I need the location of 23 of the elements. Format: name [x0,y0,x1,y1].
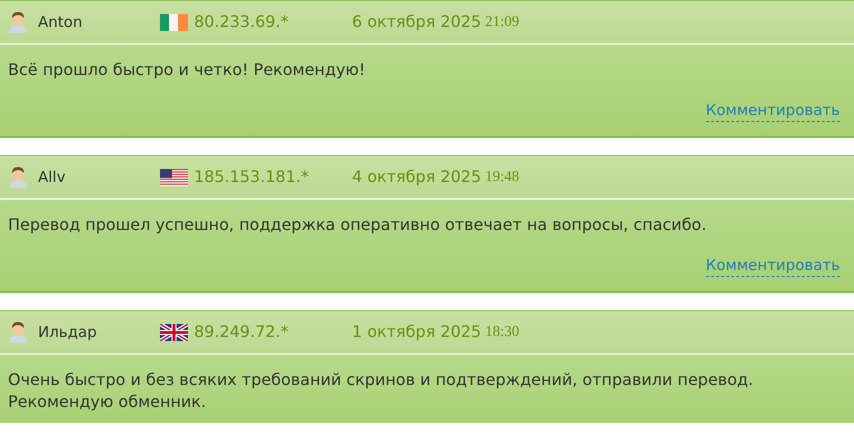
ip-address: 89.249.72.* [194,321,290,343]
author-name: Ильдар [38,322,97,343]
ip-address: 80.233.69.* [194,11,290,33]
review-date: 6 октября 2025 [352,11,482,33]
flag-icon [160,168,188,186]
comment-link[interactable]: Комментировать [706,254,840,277]
author-name: Anton [38,12,82,33]
review-time: 19:48 [485,168,520,187]
review-time: 18:30 [485,322,520,342]
review-date: 1 октября 2025 [352,321,482,343]
review-time: 21:09 [485,12,520,32]
review-date: 4 октября 2025 [352,166,482,188]
ip-address: 185.153.181.* [194,166,310,188]
review-text: Перевод прошел успешно, поддержка оперативно отвечает на вопросы, спасибо. [8,214,708,236]
user-icon [8,166,28,188]
review-text: Всё прошло быстро и четко! Рекомендую! [8,59,366,81]
comment-link[interactable]: Комментировать [706,98,840,122]
flag-icon [160,14,188,30]
flag-icon [160,324,188,340]
user-icon [8,321,28,343]
user-icon [8,11,28,33]
author-name: Allv [38,166,66,188]
review-text: Очень быстро и без всяких требований скринов и подтверждений, отправили перевод. Рекомендую обменник. [8,369,754,413]
